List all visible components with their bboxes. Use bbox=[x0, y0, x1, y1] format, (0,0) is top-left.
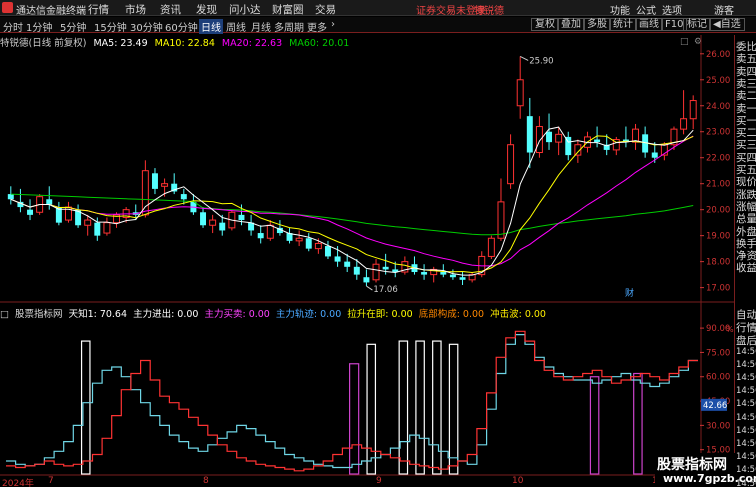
side-panel-label: 14:50 bbox=[736, 386, 756, 397]
candle-body bbox=[382, 266, 389, 270]
candle-body bbox=[555, 133, 563, 143]
date-label: 2024年 bbox=[2, 479, 34, 487]
indicator-marker-value: 42.66 bbox=[703, 401, 727, 411]
candle-body bbox=[266, 224, 274, 239]
candle-body bbox=[440, 272, 447, 275]
candle-body bbox=[344, 261, 351, 267]
candle-body bbox=[295, 237, 303, 242]
candle-body bbox=[238, 214, 245, 221]
date-label: 10 bbox=[512, 476, 524, 486]
side-panel-label: 14:50 bbox=[736, 346, 756, 357]
low-marker-line bbox=[366, 285, 373, 291]
side-panel-label: 14:50 bbox=[736, 412, 756, 423]
candle-body bbox=[7, 194, 14, 200]
watermark-url: www.7gpzb.com bbox=[663, 472, 756, 485]
date-label: 9 bbox=[376, 476, 382, 486]
price-tick-label: 24.00 bbox=[706, 102, 730, 112]
candle-body bbox=[353, 266, 360, 275]
candle-body bbox=[372, 263, 380, 281]
low-annotation: 17.06 bbox=[373, 285, 397, 295]
ma10-line bbox=[10, 135, 694, 274]
price-tick-label: 17.00 bbox=[706, 284, 730, 294]
side-panel-label: 14:50 bbox=[736, 452, 756, 463]
indicator-bar bbox=[432, 340, 442, 475]
indicator-bar bbox=[366, 343, 377, 475]
candle-body bbox=[200, 212, 207, 226]
date-label: 8 bbox=[203, 476, 209, 486]
side-panel-label: 收益 bbox=[736, 262, 756, 275]
candle-body bbox=[209, 219, 217, 226]
side-panel-label: 14:50 bbox=[736, 359, 756, 370]
price-tick-label: 23.00 bbox=[706, 128, 730, 138]
candle-body bbox=[334, 256, 341, 262]
side-panel-label: 14:50 bbox=[736, 439, 756, 449]
indicator-bar bbox=[415, 340, 425, 475]
indicator-bar bbox=[349, 363, 360, 475]
candle-body bbox=[689, 100, 697, 120]
candle-body bbox=[594, 139, 601, 143]
candle-body bbox=[27, 209, 34, 215]
quote-side-panel: 委比 卖五 卖四 卖三 卖二 卖一 买一 买二 买三 买四 买五 现价 涨跌 涨幅 总量 外盘 换手 净资 收益 自动… bbox=[734, 35, 756, 487]
side-panel-label: 14:50 bbox=[736, 399, 756, 410]
high-annotation: 25.90 bbox=[529, 56, 553, 66]
indicator-bar bbox=[398, 340, 409, 475]
candle-body bbox=[141, 170, 149, 216]
indicator-tick-label: 30.00 bbox=[706, 421, 730, 431]
ma20-line bbox=[10, 135, 694, 267]
price-tick-label: 19.00 bbox=[706, 232, 730, 242]
candle-body bbox=[257, 233, 264, 239]
price-tick-label: 20.00 bbox=[706, 206, 730, 216]
candle-body bbox=[180, 194, 187, 200]
high-marker-line bbox=[519, 55, 529, 61]
candle-body bbox=[314, 242, 322, 250]
candle-body bbox=[459, 277, 466, 280]
candle-body bbox=[421, 272, 428, 275]
ma5-line bbox=[10, 126, 694, 276]
axis-unit-label: % bbox=[726, 325, 734, 334]
candle-body bbox=[526, 116, 533, 153]
candle-body bbox=[219, 222, 226, 231]
price-tick-label: 21.00 bbox=[706, 180, 730, 190]
candle-body bbox=[324, 246, 331, 257]
price-tick-label: 18.00 bbox=[706, 258, 730, 268]
candle-body bbox=[305, 238, 312, 249]
candle-body bbox=[497, 201, 505, 239]
indicator-bar bbox=[633, 372, 643, 475]
candle-body bbox=[651, 152, 658, 158]
indicator-tick-label: 60.00 bbox=[706, 373, 730, 383]
candle-body bbox=[680, 118, 688, 130]
candle-body bbox=[161, 183, 169, 187]
candle-body bbox=[46, 199, 53, 205]
candle-body bbox=[507, 144, 515, 185]
side-panel-label: 14:50 bbox=[736, 425, 756, 436]
candle-body bbox=[449, 274, 456, 278]
price-tick-label: 22.00 bbox=[706, 154, 730, 164]
side-panel-label: 14:50 bbox=[736, 373, 756, 383]
watermark-title: 股票指标网 bbox=[657, 457, 727, 473]
watermark: 股票指标网 www.7gpzb.com bbox=[655, 453, 756, 487]
price-tick-label: 25.00 bbox=[706, 76, 730, 86]
candle-body bbox=[546, 131, 553, 143]
indicator-red-line bbox=[6, 330, 698, 472]
date-label: 7 bbox=[48, 476, 54, 486]
stock-chart[interactable]: 26.00 25.00 24.00 23.00 22.00 21.00 20.00 19.00… bbox=[0, 0, 756, 487]
indicator-bar bbox=[589, 376, 600, 475]
candle-body bbox=[535, 126, 543, 154]
indicator-tick-label: 75.00 bbox=[706, 348, 730, 358]
candle-body bbox=[84, 219, 92, 226]
candle-body bbox=[487, 237, 495, 257]
candle-body bbox=[151, 173, 158, 189]
candle-body bbox=[516, 79, 524, 107]
candle-body bbox=[103, 222, 111, 234]
price-tick-label: 26.00 bbox=[706, 50, 730, 60]
candle-body bbox=[363, 277, 370, 283]
indicator-bar bbox=[448, 343, 459, 475]
candle-body bbox=[94, 222, 101, 236]
finance-marker: 财 bbox=[625, 287, 634, 299]
